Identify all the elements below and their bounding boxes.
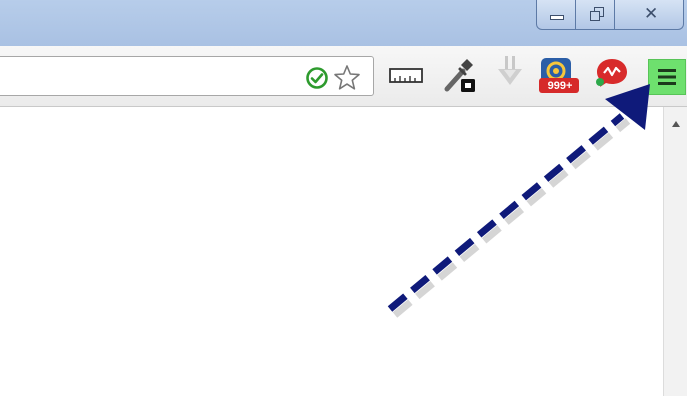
chat-extension-icon[interactable] [594,56,630,90]
address-bar[interactable] [0,56,374,96]
chrome-menu-icon [658,69,676,85]
page-content [0,107,663,396]
minimize-button[interactable] [536,0,576,30]
close-button[interactable]: ✕ [614,0,684,30]
browser-toolbar: 999+ [0,46,687,107]
verified-check-icon[interactable] [305,66,329,90]
window-titlebar: ✕ [0,0,687,46]
scroll-up-arrow-icon[interactable] [672,121,680,127]
download-extension-icon[interactable] [495,54,525,92]
mail-badge-count: 999+ [547,80,573,92]
ruler-extension-icon[interactable] [388,66,424,86]
restore-button[interactable] [575,0,615,30]
eyedropper-extension-icon[interactable] [443,55,481,95]
minimize-icon [550,15,564,20]
chrome-menu-button[interactable] [648,59,686,95]
vertical-scrollbar[interactable] [663,107,687,396]
restore-icon [590,7,604,21]
close-icon: ✕ [644,4,659,24]
bookmark-star-icon[interactable] [333,64,361,91]
